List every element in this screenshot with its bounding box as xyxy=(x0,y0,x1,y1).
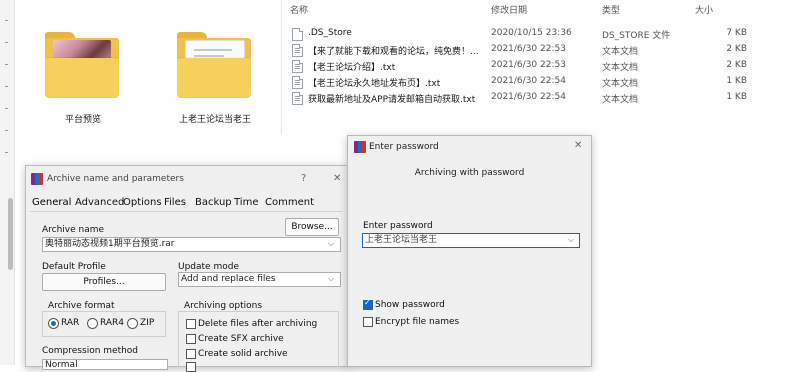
enter-password-label: Enter password xyxy=(363,221,433,231)
password-dialog-title: Enter password xyxy=(369,142,439,152)
checkbox-create-sfx[interactable] xyxy=(186,334,196,344)
tab-options[interactable]: Options xyxy=(123,197,162,208)
general-panel: Archive name Browse... 奥特丽动态视频1期平台预览.rar… xyxy=(38,216,343,372)
tab-time[interactable]: Time xyxy=(234,197,258,208)
file-list: 名称 修改日期 类型 大小 .DS_Store 2020/10/15 23:36… xyxy=(281,0,800,135)
tab-divider xyxy=(30,211,342,212)
encrypt-file-names-checkbox[interactable] xyxy=(363,317,373,327)
column-header-modified[interactable]: 修改日期 xyxy=(491,3,527,16)
checkbox-more-option[interactable] xyxy=(186,362,196,372)
chevron-down-icon[interactable]: ⌵ xyxy=(568,235,574,245)
tab-backup[interactable]: Backup xyxy=(195,197,232,208)
text-file-icon xyxy=(292,44,303,57)
radio-rar[interactable] xyxy=(48,318,59,329)
checkbox-delete-after[interactable] xyxy=(186,319,196,329)
close-button[interactable]: ✕ xyxy=(333,173,341,184)
radio-zip[interactable] xyxy=(127,318,138,329)
file-icon xyxy=(292,28,303,41)
archiving-options-label: Archiving options xyxy=(182,301,265,311)
password-dialog-heading: Archiving with password xyxy=(414,168,525,178)
column-header-size[interactable]: 大小 xyxy=(695,3,713,16)
tab-general[interactable]: General xyxy=(32,197,71,208)
nav-pane-edge xyxy=(0,0,15,365)
winrar-icon xyxy=(354,141,366,153)
tab-comment[interactable]: Comment xyxy=(265,197,314,208)
archive-name-input[interactable]: 奥特丽动态视频1期平台预览.rar xyxy=(42,237,341,252)
folder-tile-forum[interactable]: 上老王论坛当老王 xyxy=(160,10,270,135)
browse-button[interactable]: Browse... xyxy=(285,218,339,236)
tab-advanced[interactable]: Advanced xyxy=(75,197,124,208)
radio-rar4[interactable] xyxy=(87,318,98,329)
profiles-button[interactable]: Profiles... xyxy=(42,273,166,291)
show-password-checkbox[interactable] xyxy=(363,298,373,310)
archive-dialog-titlebar: Archive name and parameters ? ✕ xyxy=(26,166,349,192)
text-file-icon xyxy=(292,60,303,73)
file-row[interactable]: 【老王论坛永久地址发布页】.txt 2021/6/30 22:54 文本文档 1… xyxy=(282,74,800,90)
folder-tile-preview[interactable]: 平台预览 xyxy=(28,10,138,135)
update-mode-select[interactable]: Add and replace files xyxy=(178,272,341,287)
tab-files[interactable]: Files xyxy=(164,197,186,208)
encrypt-file-names-label: Encrypt file names xyxy=(375,317,460,327)
update-mode-label: Update mode xyxy=(178,262,239,272)
help-button[interactable]: ? xyxy=(301,173,306,184)
default-profile-label: Default Profile xyxy=(42,262,106,272)
show-password-label: Show password xyxy=(375,300,445,310)
compression-method-label: Compression method xyxy=(42,346,139,356)
archive-name-label: Archive name xyxy=(42,225,105,235)
folder-icon xyxy=(45,32,119,98)
close-button[interactable]: ✕ xyxy=(574,140,582,151)
chevron-down-icon[interactable]: ⌵ xyxy=(328,274,334,284)
archive-dialog-title: Archive name and parameters xyxy=(47,174,184,184)
password-dialog: Enter password ✕ Archiving with password… xyxy=(347,135,592,367)
column-header-name[interactable]: 名称 xyxy=(290,3,308,16)
file-row[interactable]: .DS_Store 2020/10/15 23:36 DS_STORE 文件 7… xyxy=(282,26,800,42)
text-file-icon xyxy=(292,76,303,89)
folder-label: 平台预览 xyxy=(64,115,101,125)
folder-icon xyxy=(177,32,251,98)
scrollbar-thumb[interactable] xyxy=(8,198,13,270)
column-header-type[interactable]: 类型 xyxy=(602,3,620,16)
file-row[interactable]: 获取最新地址及APP请发邮箱自动获取.txt 2021/6/30 22:54 文… xyxy=(282,90,800,106)
archive-dialog: Archive name and parameters ? ✕ General … xyxy=(25,165,350,372)
archive-format-label: Archive format xyxy=(46,301,117,311)
winrar-icon xyxy=(31,173,43,185)
checkbox-solid-archive[interactable] xyxy=(186,349,196,359)
password-input[interactable]: 上老王论坛当老王 xyxy=(362,233,580,248)
folder-label: 上老王论坛当老王 xyxy=(178,115,251,125)
file-row[interactable]: 【来了就能下载和观看的论坛，纯免费！... 2021/6/30 22:53 文本… xyxy=(282,42,800,58)
chevron-down-icon[interactable]: ⌵ xyxy=(328,239,334,249)
file-row[interactable]: 【老王论坛介绍】.txt 2021/6/30 22:53 文本文档 2 KB xyxy=(282,58,800,74)
text-file-icon xyxy=(292,92,303,105)
